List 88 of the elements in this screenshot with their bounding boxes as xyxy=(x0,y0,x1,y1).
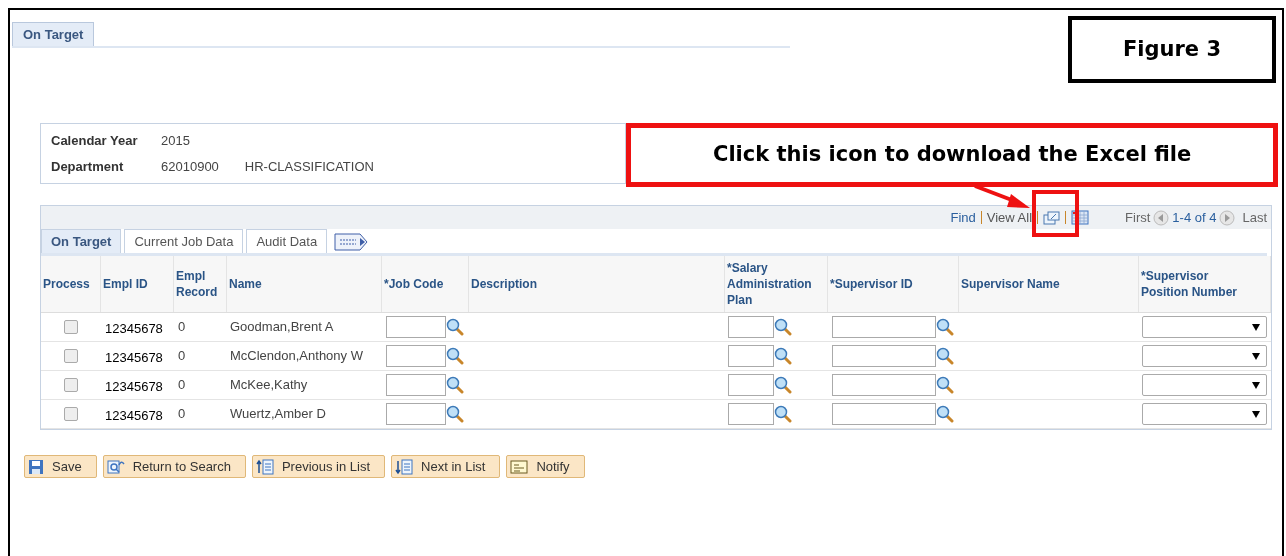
toolbar-button[interactable]: Save xyxy=(24,455,97,478)
column-header: *Supervisor ID xyxy=(830,276,913,292)
table-cell: McClendon,Anthony W xyxy=(230,348,363,364)
checkbox[interactable] xyxy=(64,378,78,392)
search-icon[interactable] xyxy=(774,318,792,336)
show-all-columns-icon[interactable] xyxy=(334,233,369,251)
dropdown[interactable] xyxy=(1142,316,1267,338)
magnifier-icon xyxy=(106,458,125,475)
view-all-link[interactable]: View All xyxy=(986,207,1033,228)
input-field[interactable] xyxy=(728,374,774,396)
checkbox[interactable] xyxy=(64,407,78,421)
search-icon[interactable] xyxy=(446,405,464,423)
dropdown[interactable] xyxy=(1142,403,1267,425)
down-arrow-list-icon xyxy=(395,458,414,475)
table-cell: Wuertz,Amber D xyxy=(230,406,326,422)
highlight-box xyxy=(1032,190,1079,237)
table-cell: 0 xyxy=(178,406,186,422)
caret-icon xyxy=(1252,352,1260,360)
field-value: 62010900 xyxy=(161,157,219,176)
toolbar-button[interactable]: Next in List xyxy=(391,455,501,478)
table-cell: 12345678 xyxy=(105,408,163,424)
caret-icon xyxy=(1252,323,1260,331)
next-icon[interactable] xyxy=(1219,209,1236,226)
search-icon[interactable] xyxy=(774,405,792,423)
row-range: 1-4 of 4 xyxy=(1172,208,1217,227)
search-icon[interactable] xyxy=(774,376,792,394)
table-cell: McKee,Kathy xyxy=(230,377,308,393)
search-icon[interactable] xyxy=(936,347,954,365)
column-header: *Job Code xyxy=(384,276,444,292)
note-icon xyxy=(510,458,529,475)
input-field[interactable] xyxy=(832,403,936,425)
search-icon[interactable] xyxy=(936,376,954,394)
previous-icon[interactable] xyxy=(1153,209,1170,226)
column-header: Name xyxy=(229,276,262,292)
input-field[interactable] xyxy=(832,316,936,338)
input-field[interactable] xyxy=(832,345,936,367)
checkbox[interactable] xyxy=(64,349,78,363)
field-label: Calendar Year xyxy=(51,132,139,150)
dropdown[interactable] xyxy=(1142,345,1267,367)
input-field[interactable] xyxy=(386,403,446,425)
new-window-icon[interactable] xyxy=(1043,210,1061,225)
column-header: *Supervisor Position Number xyxy=(1141,268,1238,300)
page-tab[interactable]: On Target xyxy=(12,22,95,46)
input-field[interactable] xyxy=(386,316,446,338)
input-field[interactable] xyxy=(386,345,446,367)
search-icon[interactable] xyxy=(936,405,954,423)
input-field[interactable] xyxy=(728,316,774,338)
toolbar-button[interactable]: Return to Search xyxy=(102,455,246,478)
toolbar-button[interactable]: Notify xyxy=(506,455,585,478)
table-cell: 0 xyxy=(178,319,186,335)
input-field[interactable] xyxy=(832,374,936,396)
input-field[interactable] xyxy=(728,345,774,367)
toolbar-button[interactable]: Previous in List xyxy=(251,455,386,478)
field-value: HR-CLASSIFICATION xyxy=(244,157,374,176)
grid-tab[interactable]: Current Job Data xyxy=(124,229,244,253)
search-icon[interactable] xyxy=(446,347,464,365)
field-value: 2015 xyxy=(161,132,190,150)
column-header: Description xyxy=(471,276,537,292)
search-icon[interactable] xyxy=(446,376,464,394)
up-arrow-list-icon xyxy=(255,458,274,475)
dropdown[interactable] xyxy=(1142,374,1267,396)
field-label: Department xyxy=(51,157,125,176)
search-icon[interactable] xyxy=(774,347,792,365)
search-icon[interactable] xyxy=(446,318,464,336)
callout-text: Click this icon to download the Excel file xyxy=(713,141,1192,169)
table-cell: 0 xyxy=(178,377,186,393)
caret-icon xyxy=(1252,410,1260,418)
column-header: Process xyxy=(43,276,90,292)
column-header: Empl ID xyxy=(103,276,148,292)
table-cell: Goodman,Brent A xyxy=(230,319,334,335)
caret-icon xyxy=(1252,381,1260,389)
table-cell: 12345678 xyxy=(105,321,163,337)
find-link[interactable]: Find xyxy=(950,207,976,228)
search-icon[interactable] xyxy=(936,318,954,336)
column-header: *Salary Administration Plan xyxy=(727,260,813,308)
figure-label: Figure 3 xyxy=(1122,35,1222,63)
table-cell: 0 xyxy=(178,348,186,364)
column-header: Supervisor Name xyxy=(961,276,1060,292)
first-link[interactable]: First xyxy=(1125,207,1151,228)
input-field[interactable] xyxy=(386,374,446,396)
table-cell: 12345678 xyxy=(105,350,163,366)
table-cell: 12345678 xyxy=(105,379,163,395)
column-header: Empl Record xyxy=(176,268,219,300)
grid-tab[interactable]: On Target xyxy=(41,229,122,253)
input-field[interactable] xyxy=(728,403,774,425)
last-link[interactable]: Last xyxy=(1242,207,1267,228)
grid-tab[interactable]: Audit Data xyxy=(246,229,328,253)
checkbox[interactable] xyxy=(64,320,78,334)
